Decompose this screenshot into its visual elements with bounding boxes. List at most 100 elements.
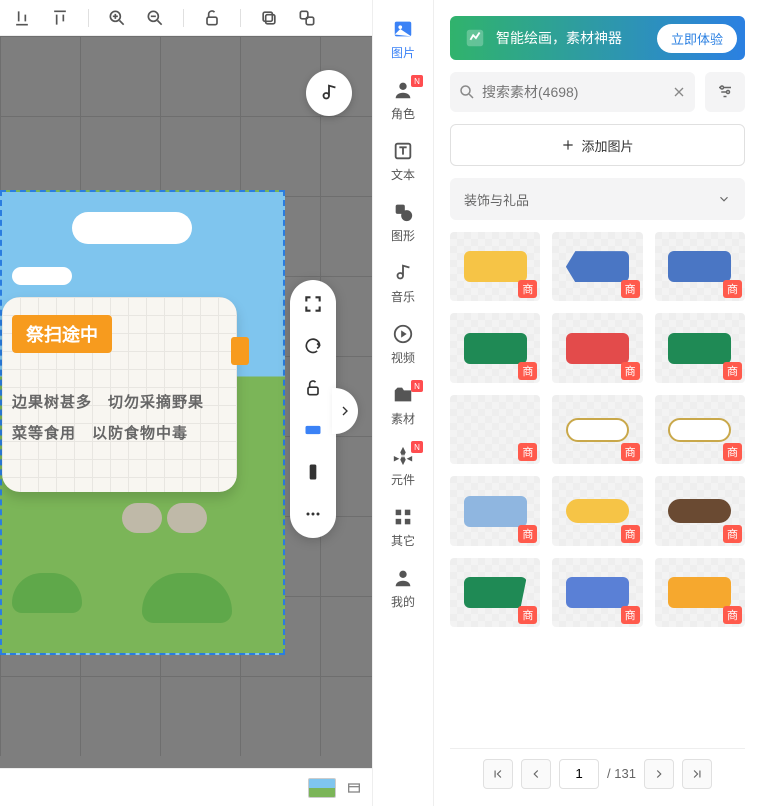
page-last-button[interactable] xyxy=(682,759,712,789)
asset-shape xyxy=(464,577,527,608)
category-shape[interactable]: 图形 xyxy=(373,201,433,244)
asset-tag: 商 xyxy=(518,606,537,624)
asset-item[interactable]: 商 xyxy=(450,476,540,545)
category-label: 音乐 xyxy=(391,288,415,305)
separator xyxy=(183,9,184,27)
asset-shape xyxy=(566,333,629,364)
more-icon[interactable] xyxy=(303,504,323,524)
search-icon xyxy=(458,83,476,101)
cloud-decoration xyxy=(12,267,72,285)
ai-banner[interactable]: 智能绘画，素材神器 立即体验 xyxy=(450,16,745,60)
category-other[interactable]: 其它 xyxy=(373,506,433,549)
asset-item[interactable]: 商 xyxy=(450,232,540,301)
stage[interactable]: 祭扫途中 边果树甚多 切勿采摘野果 菜等食用 以防食物中毒 xyxy=(0,190,285,655)
asset-item[interactable]: 商 xyxy=(450,558,540,627)
asset-item[interactable]: 商 xyxy=(552,395,642,464)
asset-item[interactable]: 商 xyxy=(450,395,540,464)
new-badge: N xyxy=(411,441,423,453)
asset-shape xyxy=(464,414,527,445)
category-mine[interactable]: 我的 xyxy=(373,567,433,610)
align-bottom-icon[interactable] xyxy=(12,8,32,28)
asset-item[interactable]: 商 xyxy=(450,313,540,382)
page-thumbnail[interactable] xyxy=(308,778,336,798)
asset-shape xyxy=(566,577,629,608)
rock-decoration xyxy=(167,503,207,533)
asset-item[interactable]: 商 xyxy=(655,476,745,545)
music-button[interactable] xyxy=(306,70,352,116)
banner-text: 智能绘画，素材神器 xyxy=(496,28,622,48)
tab-decoration xyxy=(231,337,249,365)
filter-button[interactable] xyxy=(705,72,745,112)
asset-panel: 智能绘画，素材神器 立即体验 添加图片 装饰与礼品 商商商商商商商商商商商商商商… xyxy=(434,0,761,806)
duplicate-icon[interactable] xyxy=(297,8,317,28)
video-icon xyxy=(392,323,414,345)
page-input[interactable] xyxy=(559,759,599,789)
category-music[interactable]: 音乐 xyxy=(373,262,433,305)
asset-shape xyxy=(668,333,731,364)
category-label: 元件 xyxy=(391,471,415,488)
card-line-1: 边果树甚多 切勿采摘野果 xyxy=(12,391,227,412)
rotate-icon[interactable] xyxy=(303,336,323,356)
search-input[interactable] xyxy=(482,84,671,100)
asset-tag: 商 xyxy=(518,280,537,298)
asset-shape xyxy=(668,251,731,282)
page-total: / 131 xyxy=(607,766,636,781)
asset-tag: 商 xyxy=(621,280,640,298)
asset-item[interactable]: 商 xyxy=(655,395,745,464)
page-first-button[interactable] xyxy=(483,759,513,789)
align-top-icon[interactable] xyxy=(50,8,70,28)
copy-icon[interactable] xyxy=(259,8,279,28)
asset-shape xyxy=(668,577,731,608)
category-image[interactable]: 图片 xyxy=(373,18,433,61)
asset-item[interactable]: 商 xyxy=(552,232,642,301)
chevron-down-icon xyxy=(717,192,731,206)
category-label: 文本 xyxy=(391,166,415,183)
category-assets[interactable]: N 素材 xyxy=(373,384,433,427)
asset-tag: 商 xyxy=(518,525,537,543)
asset-grid: 商商商商商商商商商商商商商商商 xyxy=(450,232,745,736)
page-prev-button[interactable] xyxy=(521,759,551,789)
unlock-icon[interactable] xyxy=(303,378,323,398)
dropdown-value: 装饰与礼品 xyxy=(464,190,529,209)
category-role[interactable]: N 角色 xyxy=(373,79,433,122)
category-label: 其它 xyxy=(391,532,415,549)
category-rail: 图片 N 角色 文本 图形 音乐 视频 N 素材 N 元件 其它 我的 xyxy=(372,0,434,806)
asset-item[interactable]: 商 xyxy=(552,558,642,627)
device-landscape-icon[interactable] xyxy=(303,420,323,440)
asset-tag: 商 xyxy=(621,443,640,461)
grid-icon xyxy=(392,506,414,528)
page-next-button[interactable] xyxy=(644,759,674,789)
category-dropdown[interactable]: 装饰与礼品 xyxy=(450,178,745,220)
new-badge: N xyxy=(411,75,423,87)
fullscreen-icon[interactable] xyxy=(303,294,323,314)
asset-shape xyxy=(464,496,527,527)
asset-item[interactable]: 商 xyxy=(552,313,642,382)
banner-cta-button[interactable]: 立即体验 xyxy=(657,24,737,53)
info-card[interactable]: 祭扫途中 边果树甚多 切勿采摘野果 菜等食用 以防食物中毒 xyxy=(2,297,237,492)
device-portrait-icon[interactable] xyxy=(303,462,323,482)
asset-shape xyxy=(566,418,629,442)
card-badge: 祭扫途中 xyxy=(12,315,112,353)
asset-item[interactable]: 商 xyxy=(655,558,745,627)
category-component[interactable]: N 元件 xyxy=(373,445,433,488)
search-row xyxy=(450,72,745,112)
zoom-out-icon[interactable] xyxy=(145,8,165,28)
category-label: 角色 xyxy=(391,105,415,122)
unlock-icon[interactable] xyxy=(202,8,222,28)
zoom-in-icon[interactable] xyxy=(107,8,127,28)
category-video[interactable]: 视频 xyxy=(373,323,433,366)
category-label: 素材 xyxy=(391,410,415,427)
text-icon xyxy=(392,140,414,162)
clear-icon[interactable] xyxy=(671,84,687,100)
add-image-button[interactable]: 添加图片 xyxy=(450,124,745,166)
asset-tag: 商 xyxy=(723,362,742,380)
asset-item[interactable]: 商 xyxy=(552,476,642,545)
category-label: 图片 xyxy=(391,44,415,61)
panel-toggle-icon[interactable] xyxy=(346,780,362,796)
search-box[interactable] xyxy=(450,72,695,112)
new-badge: N xyxy=(411,380,423,392)
asset-item[interactable]: 商 xyxy=(655,232,745,301)
category-text[interactable]: 文本 xyxy=(373,140,433,183)
separator xyxy=(88,9,89,27)
asset-item[interactable]: 商 xyxy=(655,313,745,382)
